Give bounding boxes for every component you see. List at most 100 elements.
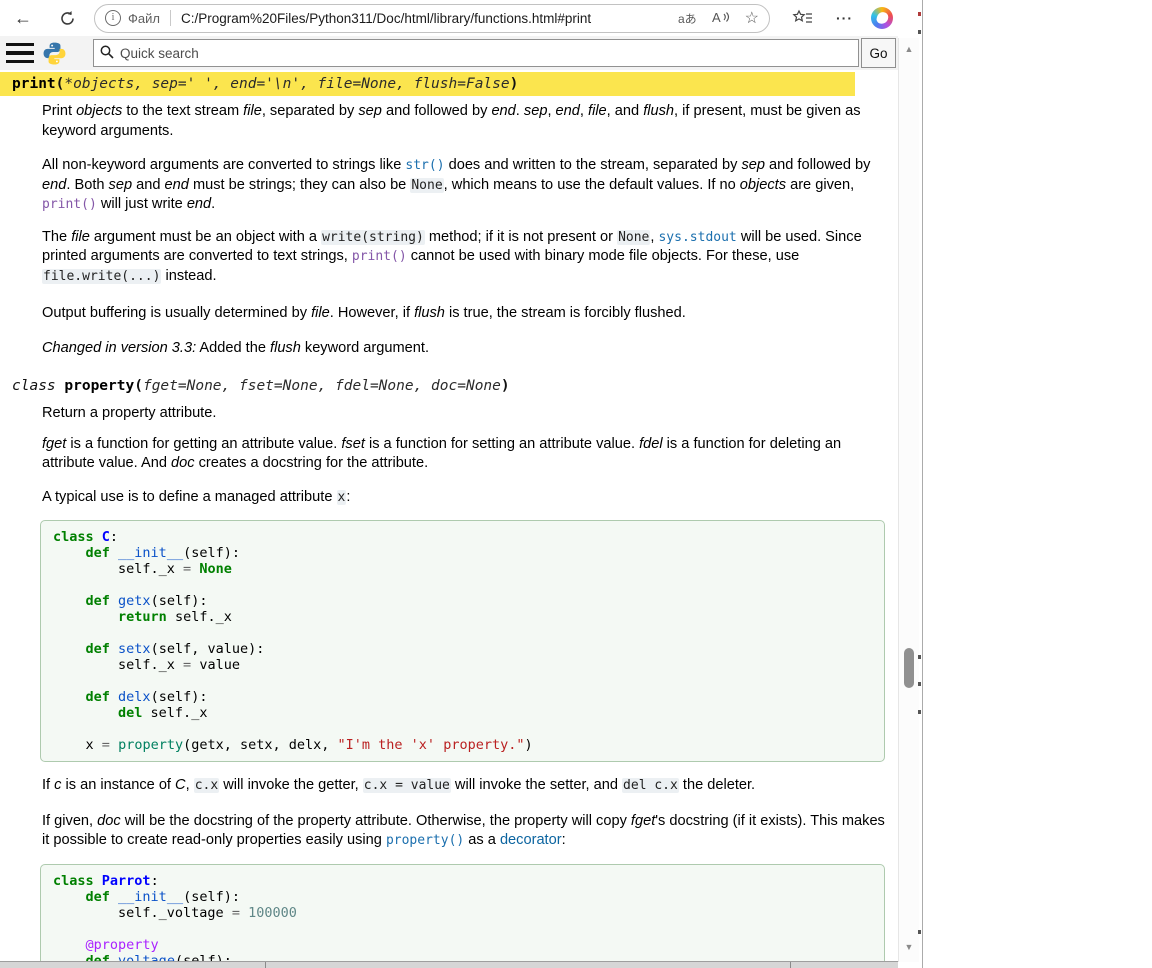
menu-button[interactable] — [6, 43, 34, 63]
back-button[interactable]: ← — [8, 3, 38, 33]
text-segment: objects — [740, 177, 786, 193]
code-token: setx — [118, 641, 151, 657]
code-line: @property — [53, 937, 872, 953]
text-segment: will invoke the setter, and — [451, 777, 622, 793]
text-segment: end — [165, 177, 189, 193]
quick-search — [93, 39, 859, 67]
inline-code: c.x — [194, 778, 219, 793]
code-line: def __init__(self): — [53, 889, 872, 905]
inline-link[interactable]: property() — [386, 833, 464, 848]
text-segment: , separated by — [262, 103, 359, 119]
code-token — [110, 689, 118, 705]
code-example-property: class C: def __init__(self): self._x = N… — [40, 520, 885, 762]
translate-button[interactable]: aあ — [678, 10, 697, 27]
code-token: @property — [86, 937, 159, 953]
code-token — [53, 641, 86, 657]
window-edge-mark — [918, 12, 921, 16]
function-name: print — [12, 76, 56, 92]
text-segment: , — [547, 103, 555, 119]
favorite-star-button[interactable]: ☆ — [745, 8, 759, 28]
inline-code: x — [337, 490, 347, 505]
code-token: (self): — [183, 889, 240, 905]
inline-link[interactable]: decorator — [500, 832, 562, 848]
text-segment: and — [132, 177, 164, 193]
code-token: class — [53, 529, 94, 545]
code-token — [53, 689, 86, 705]
browser-window: ← i Файл C:/Program%20Files/Python311/Do… — [0, 0, 923, 968]
window-edge-mark — [918, 30, 921, 34]
browser-toolbar: ← i Файл C:/Program%20Files/Python311/Do… — [0, 0, 922, 36]
code-line: self._x = None — [53, 561, 872, 577]
code-token — [53, 705, 118, 721]
text-segment: method; if it is not present or — [425, 229, 617, 245]
refresh-button[interactable] — [52, 3, 82, 33]
print-description: Print objects to the text stream file, s… — [42, 102, 887, 358]
vertical-scrollbar[interactable]: ▲ ▼ — [898, 38, 919, 962]
code-line — [53, 921, 872, 937]
paren: ( — [134, 378, 143, 394]
version-changed-note: Changed in version 3.3: Added the flush … — [42, 339, 887, 359]
text-segment: and followed by — [382, 103, 492, 119]
paragraph: If given, doc will be the docstring of t… — [42, 812, 887, 851]
text-segment: objects — [76, 103, 122, 119]
text-segment: Changed in version 3.3: — [42, 340, 196, 356]
inline-link[interactable]: print() — [352, 249, 407, 264]
text-segment: does and written to the stream, separate… — [445, 157, 742, 173]
window-edge-mark — [918, 682, 921, 686]
copilot-icon — [871, 7, 893, 29]
text-segment: end — [556, 103, 580, 119]
search-input[interactable] — [93, 39, 859, 67]
inline-link[interactable]: str() — [405, 158, 444, 173]
scrollbar-down-arrow[interactable]: ▼ — [899, 942, 919, 952]
inline-link[interactable]: sys.stdout — [658, 230, 736, 245]
code-line: del self._x — [53, 705, 872, 721]
go-button[interactable]: Go — [861, 38, 896, 68]
paren: ) — [501, 378, 510, 394]
text-segment: cannot be used with binary mode file obj… — [407, 248, 800, 264]
property-description: Return a property attribute. fget is a f… — [42, 404, 887, 962]
code-line: def getx(self): — [53, 593, 872, 609]
code-token: def — [86, 641, 110, 657]
paragraph: fget is a function for getting an attrib… — [42, 435, 887, 474]
scrollbar-up-arrow[interactable]: ▲ — [899, 44, 919, 54]
text-segment: : — [346, 489, 350, 505]
code-token — [110, 889, 118, 905]
text-segment: , and — [607, 103, 644, 119]
back-icon: ← — [14, 8, 32, 29]
code-token: = — [232, 905, 240, 921]
text-segment: and followed by — [765, 157, 870, 173]
python-logo[interactable] — [42, 41, 67, 66]
text-segment: file — [71, 229, 90, 245]
code-token: "I'm the 'x' property." — [338, 737, 525, 753]
code-line — [53, 625, 872, 641]
inline-code: c.x = value — [363, 778, 451, 793]
copilot-button[interactable] — [871, 7, 893, 29]
read-aloud-button[interactable]: A — [711, 9, 731, 28]
address-bar[interactable]: i Файл C:/Program%20Files/Python311/Doc/… — [94, 4, 770, 33]
site-permission-label[interactable]: Файл — [128, 11, 160, 26]
paragraph: The file argument must be an object with… — [42, 228, 887, 287]
code-token: def — [86, 689, 110, 705]
scrollbar-thumb[interactable] — [904, 648, 914, 688]
inline-code: write(string) — [321, 230, 425, 245]
code-token: : — [110, 529, 118, 545]
more-menu-button[interactable]: ··· — [836, 10, 853, 26]
code-token: x — [53, 737, 102, 753]
inline-code: del c.x — [622, 778, 679, 793]
collections-button[interactable] — [792, 9, 814, 27]
inline-link[interactable]: print() — [42, 197, 97, 212]
signature-params: fget=None, fset=None, fdel=None, doc=Non… — [143, 378, 501, 394]
code-token — [53, 937, 86, 953]
code-token: Parrot — [102, 873, 151, 889]
text-segment: . Both — [66, 177, 108, 193]
docs-header: Go — [0, 36, 898, 70]
code-token — [110, 641, 118, 657]
code-token: value — [191, 657, 240, 673]
code-token — [94, 873, 102, 889]
text-segment: fget — [631, 813, 655, 829]
text-segment: are given, — [786, 177, 854, 193]
svg-text:A: A — [712, 10, 721, 25]
code-line: def __init__(self): — [53, 545, 872, 561]
url-text[interactable]: C:/Program%20Files/Python311/Doc/html/li… — [181, 11, 664, 26]
info-icon[interactable]: i — [105, 10, 121, 26]
